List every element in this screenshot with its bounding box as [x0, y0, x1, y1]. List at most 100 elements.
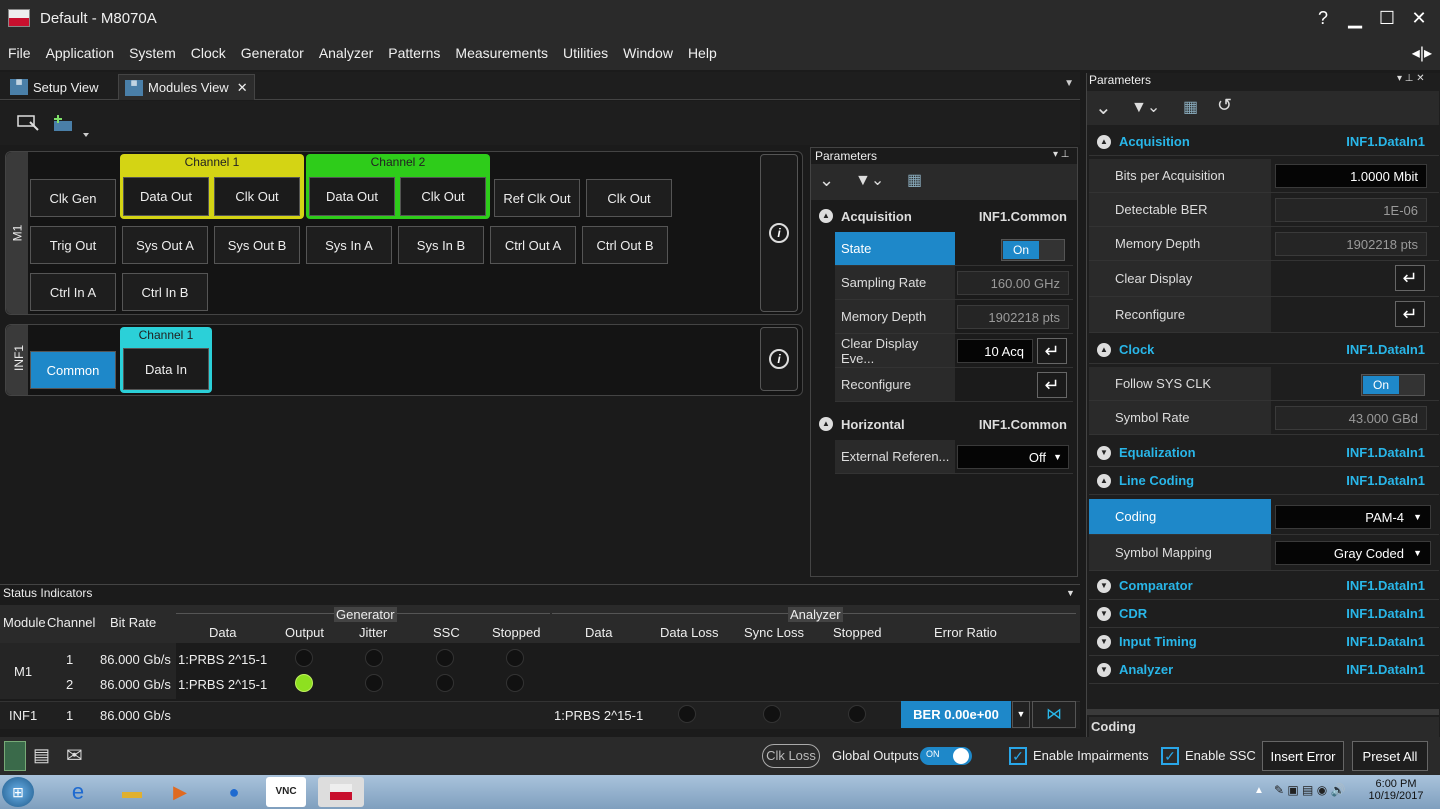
menu-utilities[interactable]: Utilities	[563, 45, 608, 61]
ch2-clk-out-button[interactable]: Clk Out	[400, 177, 486, 216]
vnc-icon[interactable]: VNC	[266, 777, 306, 807]
clk-gen-button[interactable]: Clk Gen	[30, 179, 116, 217]
analyzer-header[interactable]: ▼ Analyzer INF1.DataIn1	[1089, 656, 1439, 684]
grid-view-icon[interactable]: ▦	[907, 170, 922, 190]
horizontal-header[interactable]: ▲ Horizontal INF1.Common	[811, 410, 1077, 438]
ch1-data-out-button[interactable]: Data Out	[123, 177, 209, 216]
start-button-icon[interactable]: ⊞	[2, 777, 34, 807]
ch1-clk-out-button[interactable]: Clk Out	[214, 177, 300, 216]
follow-sys-clk-toggle[interactable]: On	[1361, 374, 1425, 396]
trig-out-button[interactable]: Trig Out	[30, 226, 116, 264]
ctrl-out-b-button[interactable]: Ctrl Out B	[582, 226, 668, 264]
help-button[interactable]: ?	[1308, 4, 1338, 32]
menu-analyzer[interactable]: Analyzer	[319, 45, 373, 61]
param-row-external-reference: External Referen... Off ▼	[835, 440, 1073, 474]
ctrl-in-b-button[interactable]: Ctrl In B	[122, 273, 208, 311]
menu-help[interactable]: Help	[688, 45, 717, 61]
app-s-icon[interactable]: ●	[214, 777, 254, 807]
menu-measurements[interactable]: Measurements	[455, 45, 548, 61]
menu-clock[interactable]: Clock	[191, 45, 226, 61]
grid-view-icon[interactable]: ▦	[1183, 97, 1198, 117]
inf1-info-button[interactable]: i	[760, 327, 798, 391]
clk-out-button[interactable]: Clk Out	[586, 179, 672, 217]
bits-per-acq-input[interactable]: 1.0000 Mbit	[1275, 164, 1427, 188]
global-outputs-toggle[interactable]: ON	[920, 747, 972, 765]
message-icon[interactable]: ✉	[66, 743, 83, 768]
col-gen-jitter: Jitter	[359, 625, 388, 640]
collapse-all-icon[interactable]: ⌄	[1095, 95, 1112, 120]
acquisition-header[interactable]: ▲ Acquisition INF1.DataIn1	[1089, 128, 1439, 156]
enable-impairments-checkbox[interactable]: ✓	[1009, 747, 1027, 765]
menu-generator[interactable]: Generator	[241, 45, 304, 61]
param-scrollbar[interactable]	[1087, 709, 1439, 715]
m8070a-taskbar-icon[interactable]	[318, 777, 364, 807]
panel-menu-icon[interactable]: ▾ ⊥	[1053, 149, 1070, 160]
acquisition-header[interactable]: ▲ Acquisition INF1.Common	[811, 202, 1077, 230]
insert-error-button[interactable]: Insert Error	[1262, 741, 1344, 771]
memory-depth-value: 1902218 pts	[1275, 232, 1427, 256]
enable-ssc-checkbox[interactable]: ✓	[1161, 747, 1179, 765]
tab-modules-view[interactable]: ▦ Modules View ✕	[118, 74, 255, 100]
sys-out-b-button[interactable]: Sys Out B	[214, 226, 300, 264]
status-light-icon[interactable]	[4, 741, 26, 771]
media-player-icon[interactable]: ▶	[160, 777, 200, 807]
tab-setup-view[interactable]: ▦ Setup View	[4, 74, 105, 100]
ref-clk-out-button[interactable]: Ref Clk Out	[494, 179, 580, 217]
ctrl-in-a-button[interactable]: Ctrl In A	[30, 273, 116, 311]
taskbar-clock[interactable]: 6:00 PM 10/19/2017	[1364, 778, 1428, 802]
maximize-button[interactable]: ☐	[1372, 4, 1402, 32]
ctrl-out-a-button[interactable]: Ctrl Out A	[490, 226, 576, 264]
tray-icons[interactable]: ✎ ▣ ▤ ◉ 🔊	[1274, 783, 1345, 797]
coding-select[interactable]: PAM-4 ▼	[1275, 505, 1431, 529]
sys-in-a-button[interactable]: Sys In A	[306, 226, 392, 264]
panel-menu-icon[interactable]: ▼	[1066, 588, 1075, 598]
ber-dropdown-icon[interactable]: ▼	[1012, 701, 1030, 728]
menu-window[interactable]: Window	[623, 45, 673, 61]
clock-header[interactable]: ▲ Clock INF1.DataIn1	[1089, 336, 1439, 364]
input-timing-header[interactable]: ▼ Input Timing INF1.DataIn1	[1089, 628, 1439, 656]
reset-icon[interactable]: ↺	[1217, 95, 1232, 116]
browser-icon[interactable]: e	[58, 777, 98, 807]
expand-arrows-icon[interactable]: ◂|▸	[1412, 43, 1432, 63]
menu-file[interactable]: File	[8, 45, 31, 61]
menu-application[interactable]: Application	[46, 45, 115, 61]
sys-in-b-button[interactable]: Sys In B	[398, 226, 484, 264]
line-coding-header[interactable]: ▲ Line Coding INF1.DataIn1	[1089, 467, 1439, 495]
folder-icon[interactable]: ▬	[112, 777, 152, 807]
common-button[interactable]: Common	[30, 351, 116, 389]
param-label: Bits per Acquisition	[1089, 159, 1271, 192]
sys-out-a-button[interactable]: Sys Out A	[122, 226, 208, 264]
equalization-header[interactable]: ▼ Equalization INF1.DataIn1	[1089, 439, 1439, 467]
state-toggle[interactable]: On	[1001, 239, 1065, 261]
add-module-icon[interactable]	[50, 113, 90, 139]
menu-patterns[interactable]: Patterns	[388, 45, 440, 61]
minimize-button[interactable]: ▁	[1340, 4, 1370, 32]
ber-display[interactable]: BER 0.00e+00	[901, 701, 1011, 728]
select-tool-icon[interactable]	[16, 113, 40, 133]
external-reference-select[interactable]: Off ▼	[957, 445, 1069, 469]
cdr-header[interactable]: ▼ CDR INF1.DataIn1	[1089, 600, 1439, 628]
clear-display-enter-icon[interactable]: ↵	[1037, 338, 1067, 364]
menu-system[interactable]: System	[129, 45, 176, 61]
filter-icon[interactable]: ▼⌄	[1131, 97, 1160, 117]
m1-info-button[interactable]: i	[760, 154, 798, 312]
reconfigure-enter-icon[interactable]: ↵	[1395, 301, 1425, 327]
reconfigure-enter-icon[interactable]: ↵	[1037, 372, 1067, 398]
preset-all-button[interactable]: Preset All	[1352, 741, 1428, 771]
close-tab-icon[interactable]: ✕	[237, 80, 248, 96]
ch2-data-out-button[interactable]: Data Out	[309, 177, 395, 216]
symbol-mapping-select[interactable]: Gray Coded ▼	[1275, 541, 1431, 565]
comparator-header[interactable]: ▼ Comparator INF1.DataIn1	[1089, 572, 1439, 600]
clear-display-input[interactable]: 10 Acq	[957, 339, 1033, 363]
log-icon[interactable]: ▤	[33, 745, 50, 766]
clear-display-enter-icon[interactable]: ↵	[1395, 265, 1425, 291]
close-button[interactable]: ✕	[1404, 4, 1434, 32]
data-in-button[interactable]: Data In	[123, 348, 209, 390]
eye-diagram-icon[interactable]: ⋈	[1032, 701, 1076, 728]
panel-controls-icon[interactable]: ▾ ⊥ ✕	[1397, 73, 1425, 84]
tray-overflow-icon[interactable]: ▲	[1254, 785, 1264, 796]
tab-overflow-icon[interactable]: ▼	[1064, 78, 1074, 89]
filter-icon[interactable]: ▼⌄	[855, 170, 884, 190]
collapse-all-icon[interactable]: ⌄	[819, 170, 834, 191]
tab-label: Setup View	[33, 79, 99, 95]
